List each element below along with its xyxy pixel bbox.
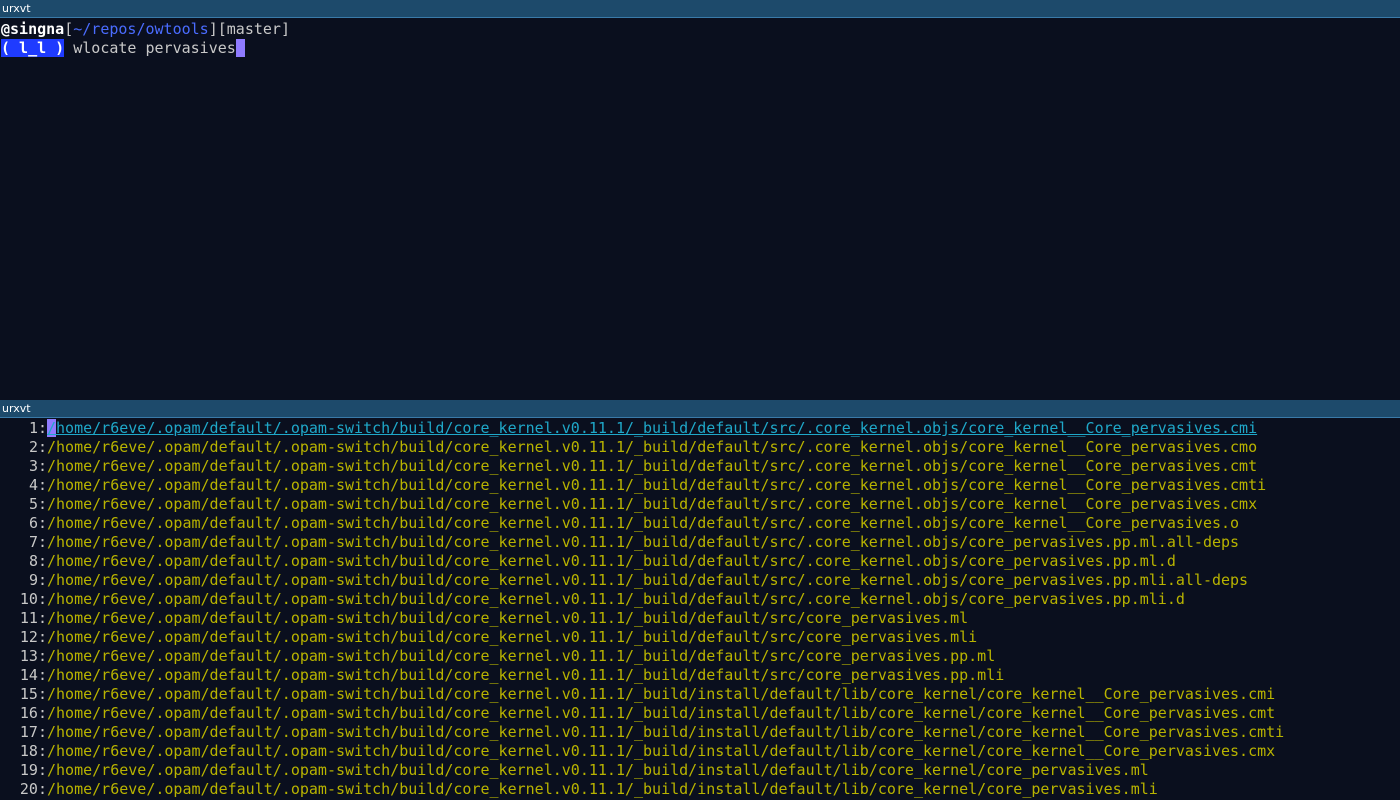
prompt-open-bracket: [ [64,20,74,38]
prompt-line-1: @singna[~/repos/owtools][master] [1,20,1400,39]
result-path[interactable]: /home/r6eve/.opam/default/.opam-switch/b… [47,419,1257,437]
result-row[interactable]: 6:/home/r6eve/.opam/default/.opam-switch… [1,514,1400,533]
result-number: 17: [19,723,47,741]
result-row[interactable]: 19:/home/r6eve/.opam/default/.opam-switc… [1,761,1400,780]
result-row[interactable]: 10:/home/r6eve/.opam/default/.opam-switc… [1,590,1400,609]
window-title: urxvt [0,400,1400,418]
result-path[interactable]: /home/r6eve/.opam/default/.opam-switch/b… [47,552,1176,570]
result-path[interactable]: /home/r6eve/.opam/default/.opam-switch/b… [47,495,1257,513]
result-row[interactable]: 17:/home/r6eve/.opam/default/.opam-switc… [1,723,1400,742]
result-row[interactable]: 18:/home/r6eve/.opam/default/.opam-switc… [1,742,1400,761]
command-input[interactable]: wlocate pervasives [64,39,236,57]
result-number: 11: [19,609,47,627]
result-path[interactable]: /home/r6eve/.opam/default/.opam-switch/b… [47,780,1158,798]
result-number: 12: [19,628,47,646]
result-number: 16: [19,704,47,722]
result-path[interactable]: /home/r6eve/.opam/default/.opam-switch/b… [47,742,1275,760]
result-row[interactable]: 7:/home/r6eve/.opam/default/.opam-switch… [1,533,1400,552]
result-number: 6: [28,514,47,532]
result-number: 1: [28,419,47,437]
top-terminal-pane[interactable]: urxvt @singna[~/repos/owtools][master]( … [0,0,1400,400]
result-row[interactable]: 8:/home/r6eve/.opam/default/.opam-switch… [1,552,1400,571]
result-path-rest: home/r6eve/.opam/default/.opam-switch/bu… [56,419,1258,437]
result-number: 8: [28,552,47,570]
result-number: 9: [28,571,47,589]
window-title: urxvt [0,0,1400,18]
result-number: 2: [28,438,47,456]
result-row[interactable]: 20:/home/r6eve/.opam/default/.opam-switc… [1,780,1400,799]
result-row[interactable]: 5:/home/r6eve/.opam/default/.opam-switch… [1,495,1400,514]
result-row[interactable]: 11:/home/r6eve/.opam/default/.opam-switc… [1,609,1400,628]
prompt-line-2[interactable]: ( l_l ) wlocate pervasives [1,39,1400,58]
result-row[interactable]: 16:/home/r6eve/.opam/default/.opam-switc… [1,704,1400,723]
text-cursor [235,39,245,57]
bottom-terminal-pane[interactable]: urxvt 1:/home/r6eve/.opam/default/.opam-… [0,400,1400,800]
result-row[interactable]: 12:/home/r6eve/.opam/default/.opam-switc… [1,628,1400,647]
result-path[interactable]: /home/r6eve/.opam/default/.opam-switch/b… [47,628,977,646]
result-path[interactable]: /home/r6eve/.opam/default/.opam-switch/b… [47,609,968,627]
result-number: 20: [19,780,47,798]
result-number: 4: [28,476,47,494]
terminal-output[interactable]: @singna[~/repos/owtools][master]( l_l ) … [0,18,1400,58]
result-path[interactable]: /home/r6eve/.opam/default/.opam-switch/b… [47,533,1239,551]
result-number: 19: [19,761,47,779]
result-path[interactable]: /home/r6eve/.opam/default/.opam-switch/b… [47,647,995,665]
result-row[interactable]: 3:/home/r6eve/.opam/default/.opam-switch… [1,457,1400,476]
result-path[interactable]: /home/r6eve/.opam/default/.opam-switch/b… [47,666,1004,684]
prompt-cwd: ~/repos/owtools [73,20,209,38]
result-row[interactable]: 2:/home/r6eve/.opam/default/.opam-switch… [1,438,1400,457]
result-row[interactable]: 14:/home/r6eve/.opam/default/.opam-switc… [1,666,1400,685]
result-number: 10: [19,590,47,608]
result-row[interactable]: 4:/home/r6eve/.opam/default/.opam-switch… [1,476,1400,495]
result-path[interactable]: /home/r6eve/.opam/default/.opam-switch/b… [47,514,1239,532]
result-row-selected[interactable]: 1:/home/r6eve/.opam/default/.opam-switch… [1,419,1400,438]
result-number: 5: [28,495,47,513]
result-path[interactable]: /home/r6eve/.opam/default/.opam-switch/b… [47,761,1149,779]
result-number: 3: [28,457,47,475]
result-number: 18: [19,742,47,760]
selection-cursor: / [47,419,57,437]
result-row[interactable]: 13:/home/r6eve/.opam/default/.opam-switc… [1,647,1400,666]
prompt-git-branch: [master] [217,20,290,38]
result-path[interactable]: /home/r6eve/.opam/default/.opam-switch/b… [47,590,1185,608]
prompt-face: ( l_l ) [1,39,65,57]
result-number: 14: [19,666,47,684]
result-number: 7: [28,533,47,551]
prompt-close-bracket: ] [208,20,218,38]
result-path[interactable]: /home/r6eve/.opam/default/.opam-switch/b… [47,571,1248,589]
result-path[interactable]: /home/r6eve/.opam/default/.opam-switch/b… [47,704,1275,722]
result-path[interactable]: /home/r6eve/.opam/default/.opam-switch/b… [47,438,1257,456]
result-path[interactable]: /home/r6eve/.opam/default/.opam-switch/b… [47,476,1266,494]
result-number: 13: [19,647,47,665]
result-number: 15: [19,685,47,703]
result-row[interactable]: 9:/home/r6eve/.opam/default/.opam-switch… [1,571,1400,590]
result-path[interactable]: /home/r6eve/.opam/default/.opam-switch/b… [47,723,1284,741]
result-row[interactable]: 15:/home/r6eve/.opam/default/.opam-switc… [1,685,1400,704]
result-path[interactable]: /home/r6eve/.opam/default/.opam-switch/b… [47,685,1275,703]
result-path[interactable]: /home/r6eve/.opam/default/.opam-switch/b… [47,457,1257,475]
prompt-user: @singna [1,20,65,38]
results-list[interactable]: 1:/home/r6eve/.opam/default/.opam-switch… [0,418,1400,799]
